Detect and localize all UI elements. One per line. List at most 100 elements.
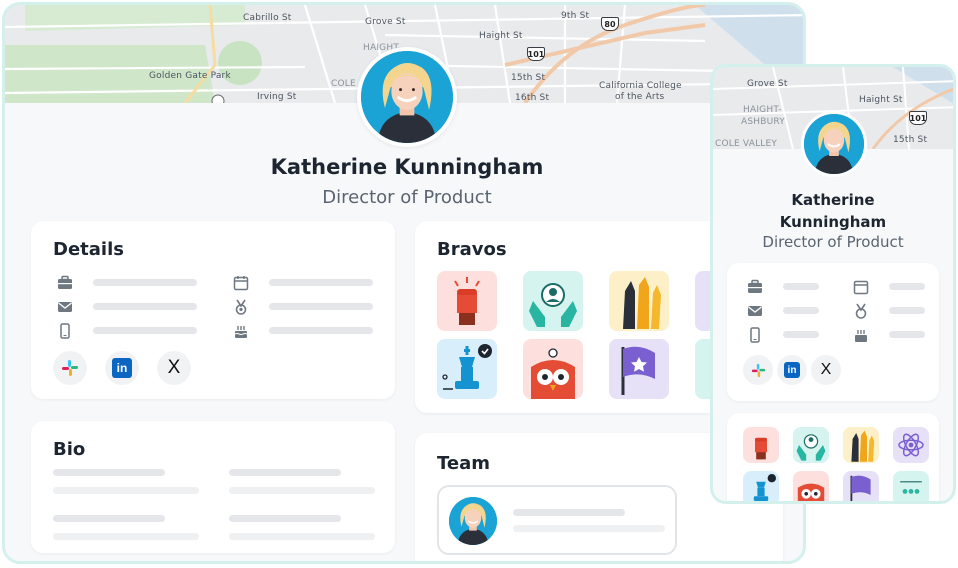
phone-icon: [57, 323, 73, 339]
avatar: [449, 497, 497, 545]
bravo-flag[interactable]: [609, 339, 669, 399]
map-street-label: Haight St: [859, 95, 903, 105]
map-street-label: Haight St: [479, 31, 523, 41]
placeholder-bar: [783, 307, 819, 314]
details-card: Details in X: [31, 221, 395, 399]
slack-icon: [751, 363, 765, 377]
linkedin-icon: in: [112, 358, 132, 378]
placeholder-bar: [53, 533, 199, 540]
bravo-chess-king[interactable]: [743, 471, 779, 501]
bravo-raised-fist[interactable]: [743, 427, 779, 463]
placeholder-bar: [93, 279, 197, 286]
placeholder-bar: [269, 327, 373, 334]
map-place-label: of the Arts: [615, 92, 665, 102]
highway-shield: 101: [527, 47, 545, 61]
placeholder-bar: [513, 509, 625, 516]
profile-name: Katherine Kunningham: [270, 155, 544, 179]
linkedin-button[interactable]: in: [777, 355, 807, 385]
map-street-label: Grove St: [747, 79, 788, 89]
bravo-support-hands[interactable]: [523, 271, 583, 331]
placeholder-bar: [783, 331, 819, 338]
details-title: Details: [53, 239, 124, 260]
placeholder-bar: [269, 303, 373, 310]
bravo-high-hands[interactable]: [843, 427, 879, 463]
profile-job-title: Director of Product: [322, 187, 492, 208]
bravo-high-hands[interactable]: [609, 271, 669, 331]
map-neighborhood-label: COLE VALLEY: [715, 139, 778, 149]
bravo-support-hands[interactable]: [793, 427, 829, 463]
briefcase-icon: [747, 279, 763, 295]
map-street-label: Irving St: [257, 92, 297, 102]
map-neighborhood-label: ASHBURY: [741, 117, 785, 127]
profile-avatar: [357, 47, 457, 147]
bravo-owl[interactable]: [793, 471, 829, 501]
linkedin-button[interactable]: in: [105, 351, 139, 385]
placeholder-bar: [783, 283, 819, 290]
map-neighborhood-label: HAIGHT-: [743, 105, 782, 115]
desktop-profile-window: Cabrillo St Grove St Haight St 9th St Go…: [2, 2, 806, 564]
map-neighborhood-label: COLE: [331, 79, 356, 89]
mobile-profile-window: Grove St HAIGHT- ASHBURY Haight St COLE …: [710, 64, 956, 504]
x-logo-icon: X: [820, 361, 832, 378]
calendar-icon: [233, 275, 249, 291]
bravo-chat-dots[interactable]: [893, 471, 929, 501]
bio-title: Bio: [53, 439, 86, 460]
map-place-label: California College: [599, 81, 682, 91]
bravo-raised-fist[interactable]: [437, 271, 497, 331]
bravo-owl[interactable]: [523, 339, 583, 399]
placeholder-bar: [53, 487, 199, 494]
placeholder-bar: [229, 487, 375, 494]
highway-shield: 80: [601, 17, 619, 31]
placeholder-bar: [53, 515, 165, 522]
details-card: in X: [727, 263, 939, 401]
map-street-label: 16th St: [515, 93, 550, 103]
team-title: Team: [437, 453, 490, 474]
placeholder-bar: [269, 279, 373, 286]
placeholder-bar: [53, 469, 165, 476]
map-street-label: 15th St: [893, 135, 928, 145]
placeholder-bar: [93, 303, 197, 310]
medal-icon: [853, 303, 869, 319]
profile-job-title: Director of Product: [762, 233, 904, 251]
x-twitter-button[interactable]: X: [811, 355, 841, 385]
briefcase-icon: [57, 275, 73, 291]
map-park-label: Golden Gate Park: [149, 71, 231, 81]
phone-icon: [747, 327, 763, 343]
mail-icon: [747, 303, 763, 319]
profile-name-line: Kunningham: [779, 213, 887, 231]
slack-icon: [62, 360, 78, 376]
placeholder-bar: [93, 327, 197, 334]
bravo-atom[interactable]: [893, 427, 929, 463]
x-twitter-button[interactable]: X: [157, 351, 191, 385]
profile-name-line: Katherine: [791, 191, 875, 209]
medal-icon: [233, 299, 249, 315]
bravo-chess-king[interactable]: [437, 339, 497, 399]
map-street-label: 15th St: [511, 73, 546, 83]
placeholder-bar: [513, 525, 665, 532]
slack-button[interactable]: [743, 355, 773, 385]
calendar-icon: [853, 279, 869, 295]
placeholder-bar: [229, 515, 341, 522]
mail-icon: [57, 299, 73, 315]
team-member-item[interactable]: [437, 485, 677, 555]
profile-name: Katherine Kunningham: [713, 189, 953, 233]
birthday-cake-icon: [233, 323, 249, 339]
map-street-label: 9th St: [561, 11, 590, 21]
slack-button[interactable]: [53, 351, 87, 385]
placeholder-bar: [229, 533, 375, 540]
bio-card: Bio: [31, 421, 395, 553]
birthday-cake-icon: [853, 327, 869, 343]
highway-shield: 101: [909, 111, 927, 125]
map-street-label: Cabrillo St: [243, 13, 292, 23]
bravo-flag[interactable]: [843, 471, 879, 501]
bravos-card: [727, 413, 939, 501]
x-logo-icon: X: [167, 357, 181, 378]
profile-avatar: [801, 111, 867, 177]
map-street-label: Grove St: [365, 17, 406, 27]
linkedin-icon: in: [784, 362, 800, 378]
bravos-title: Bravos: [437, 239, 507, 260]
placeholder-bar: [229, 469, 341, 476]
placeholder-bar: [889, 307, 925, 314]
placeholder-bar: [889, 331, 925, 338]
placeholder-bar: [889, 283, 925, 290]
